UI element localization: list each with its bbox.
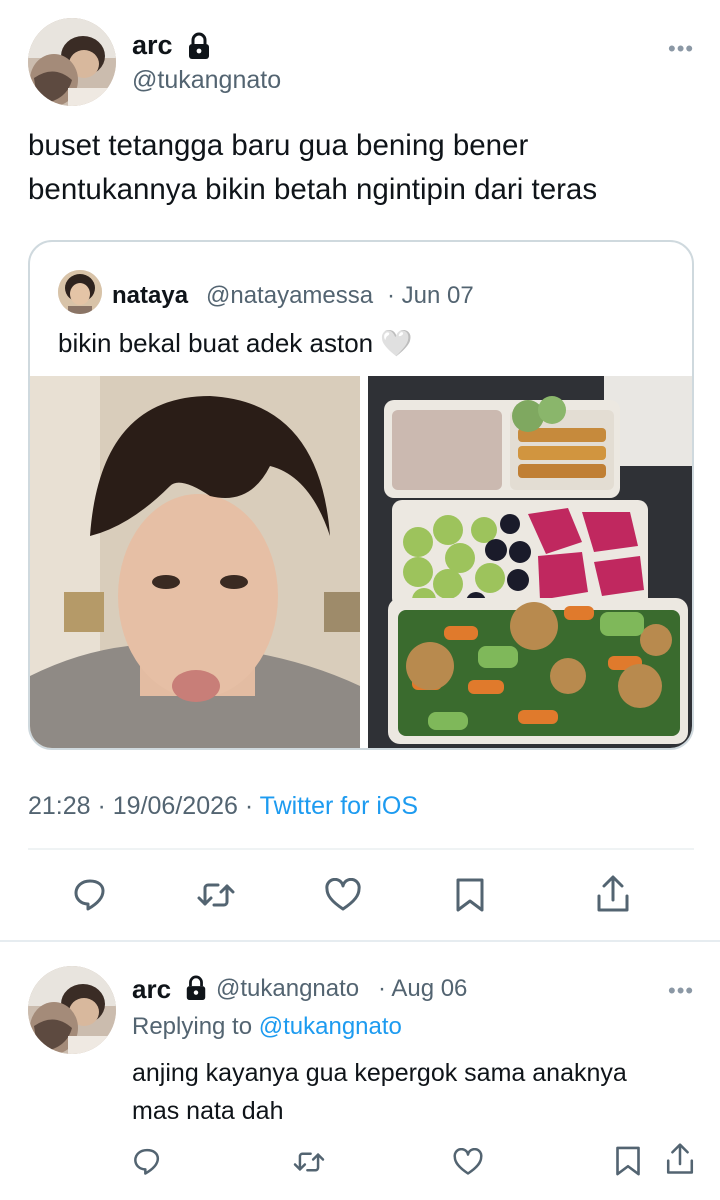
quoted-author-avatar[interactable]	[58, 270, 102, 314]
quoted-photo-bento[interactable]	[368, 376, 692, 748]
replying-to-label: Replying to @tukangnato	[132, 1013, 402, 1041]
timestamp-text: 21:28 · 19/06/2026 ·	[28, 792, 260, 820]
tweet-text-line: buset tetangga baru gua bening bener	[28, 129, 529, 162]
reply-author-name[interactable]: arc	[132, 974, 171, 1005]
reply-icon[interactable]	[72, 876, 108, 912]
share-icon[interactable]	[664, 1142, 696, 1176]
quoted-tweet-date[interactable]: · Jun 07	[387, 282, 474, 310]
quoted-photo-selfie[interactable]	[30, 376, 360, 748]
more-options-icon[interactable]: •••	[668, 980, 694, 1002]
reply-author-avatar[interactable]	[28, 966, 116, 1054]
tweet-timestamp: 21:28 · 19/06/2026 · Twitter for iOS	[28, 792, 418, 821]
quoted-author-handle[interactable]: @natayamessa	[206, 282, 373, 310]
replying-to-mention[interactable]: @tukangnato	[259, 1013, 402, 1040]
replying-prefix: Replying to	[132, 1013, 259, 1040]
retweet-icon[interactable]	[196, 878, 236, 912]
lock-icon	[186, 32, 212, 60]
author-handle[interactable]: @tukangnato	[132, 66, 281, 95]
reply-author-handle[interactable]: @tukangnato	[216, 975, 359, 1003]
bookmark-icon[interactable]	[454, 876, 486, 914]
author-avatar[interactable]	[28, 18, 116, 106]
more-options-icon[interactable]: •••	[668, 38, 694, 60]
tweet-text: buset tetangga baru gua bening bener ben…	[28, 124, 698, 212]
bookmark-icon[interactable]	[614, 1144, 642, 1178]
tweet-text-line: bentukannya bikin betah ngintipin dari t…	[28, 173, 598, 206]
reply-tweet-date[interactable]: · Aug 06	[378, 975, 467, 1003]
lock-icon	[184, 975, 208, 1001]
quoted-author-name[interactable]: nataya	[112, 282, 188, 310]
share-icon[interactable]	[594, 874, 632, 914]
reply-icon[interactable]	[132, 1146, 162, 1176]
reply-tweet-text: anjing kayanya gua kepergok sama anaknya…	[132, 1054, 692, 1130]
divider	[28, 848, 694, 850]
reply-text-line: anjing kayanya gua kepergok sama anaknya	[132, 1059, 627, 1087]
retweet-icon[interactable]	[292, 1148, 326, 1176]
like-icon[interactable]	[452, 1148, 484, 1176]
like-icon[interactable]	[324, 878, 362, 912]
reply-text-line: mas nata dah	[132, 1097, 284, 1125]
divider	[0, 940, 720, 942]
quoted-tweet-card[interactable]: nataya @natayamessa · Jun 07 bikin bekal…	[28, 240, 694, 750]
author-name[interactable]: arc	[132, 30, 173, 61]
tweet-source-link[interactable]: Twitter for iOS	[260, 792, 418, 820]
quoted-tweet-text: bikin bekal buat adek aston 🤍	[58, 328, 413, 358]
